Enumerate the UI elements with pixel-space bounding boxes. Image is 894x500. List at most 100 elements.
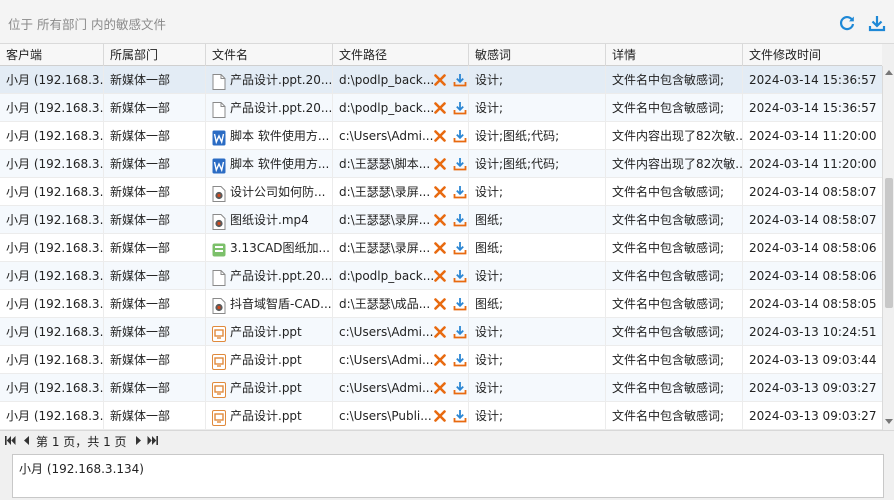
cell-detail-text: 文件名中包含敏感词; <box>612 73 725 87</box>
cell-filename: 产品设计.ppt.20... <box>206 94 333 122</box>
download-file-button[interactable] <box>452 268 467 283</box>
table-row[interactable]: 小月 (192.168.3... 新媒体一部 设计公司如何防... d:\王瑟瑟\录屏… <box>0 178 882 206</box>
download-file-button[interactable] <box>452 128 467 143</box>
close-icon <box>433 213 446 226</box>
refresh-button[interactable] <box>836 12 858 34</box>
column-header-modified-time[interactable]: 文件修改时间 <box>743 44 882 66</box>
cell-filename: 产品设计.ppt.20... <box>206 262 333 290</box>
delete-file-button[interactable] <box>432 212 447 227</box>
delete-file-button[interactable] <box>432 72 447 87</box>
table-row[interactable]: 小月 (192.168.3... 新媒体一部 产品设计.ppt.20... d:\po… <box>0 66 882 94</box>
cell-keywords: 设计;图纸;代码; <box>469 150 606 178</box>
column-header-filename[interactable]: 文件名 <box>206 44 333 66</box>
cell-keywords: 图纸; <box>469 234 606 262</box>
word-file-icon <box>212 156 226 174</box>
column-header-detail[interactable]: 详情 <box>606 44 743 66</box>
download-file-button[interactable] <box>452 352 467 367</box>
download-icon <box>453 157 466 170</box>
delete-file-button[interactable] <box>432 184 447 199</box>
table-row[interactable]: 小月 (192.168.3... 新媒体一部 图纸设计.mp4 d:\王瑟瑟\录屏..… <box>0 206 882 234</box>
column-header-department[interactable]: 所属部门 <box>104 44 206 66</box>
cell-path-text: c:\Users\Admi... <box>339 381 434 395</box>
close-icon <box>433 101 446 114</box>
download-button[interactable] <box>866 12 888 34</box>
cell-department-text: 新媒体一部 <box>110 129 171 143</box>
cell-client: 小月 (192.168.3... <box>0 374 104 402</box>
download-file-button[interactable] <box>452 212 467 227</box>
cell-client: 小月 (192.168.3... <box>0 206 104 234</box>
scroll-up-arrow[interactable] <box>883 66 894 78</box>
cell-filename-text: 脚本 软件使用方... <box>230 129 330 143</box>
last-page-button[interactable] <box>146 434 158 446</box>
next-page-button[interactable] <box>132 434 144 446</box>
table-row[interactable]: 小月 (192.168.3... 新媒体一部 脚本 软件使用方... d:\王瑟瑟\脚… <box>0 150 882 178</box>
cell-modified-time-text: 2024-03-14 11:20:00 <box>749 157 877 171</box>
cell-client: 小月 (192.168.3... <box>0 234 104 262</box>
scroll-down-arrow[interactable] <box>883 416 894 428</box>
delete-file-button[interactable] <box>432 380 447 395</box>
detail-text: 小月 (192.168.3.134) <box>19 462 144 476</box>
chevron-down-icon <box>885 419 893 424</box>
delete-file-button[interactable] <box>432 352 447 367</box>
vertical-scrollbar[interactable] <box>882 66 894 430</box>
cell-keywords-text: 设计; <box>475 185 504 199</box>
previous-page-button[interactable] <box>20 434 32 446</box>
table-row[interactable]: 小月 (192.168.3... 新媒体一部 抖音域智盾-CAD... d:\王瑟瑟\… <box>0 290 882 318</box>
cell-department: 新媒体一部 <box>104 178 206 206</box>
video-file-icon <box>212 184 226 202</box>
cell-detail: 文件名中包含敏感词; <box>606 178 743 206</box>
cell-client-text: 小月 (192.168.3... <box>6 129 104 143</box>
table-row[interactable]: 小月 (192.168.3... 新媒体一部 产品设计.ppt c:\Users\Ad… <box>0 374 882 402</box>
download-file-button[interactable] <box>452 408 467 423</box>
cell-department-text: 新媒体一部 <box>110 409 171 423</box>
video-file-icon <box>212 212 226 230</box>
cell-filename: 产品设计.ppt <box>206 374 333 402</box>
column-header-keywords[interactable]: 敏感词 <box>469 44 606 66</box>
cell-department: 新媒体一部 <box>104 122 206 150</box>
cell-detail-text: 文件名中包含敏感词; <box>612 101 725 115</box>
table-row[interactable]: 小月 (192.168.3... 新媒体一部 3.13CAD图纸加... d:\王瑟瑟… <box>0 234 882 262</box>
cell-path: c:\Users\Admi... <box>333 318 469 346</box>
download-file-button[interactable] <box>452 100 467 115</box>
download-file-button[interactable] <box>452 72 467 87</box>
cell-modified-time: 2024-03-13 09:03:27 <box>743 374 882 402</box>
cell-filename: 脚本 软件使用方... <box>206 122 333 150</box>
table-row[interactable]: 小月 (192.168.3... 新媒体一部 脚本 软件使用方... c:\Users… <box>0 122 882 150</box>
cell-modified-time: 2024-03-14 11:20:00 <box>743 150 882 178</box>
cell-client-text: 小月 (192.168.3... <box>6 157 104 171</box>
delete-file-button[interactable] <box>432 156 447 171</box>
delete-file-button[interactable] <box>432 100 447 115</box>
delete-file-button[interactable] <box>432 408 447 423</box>
first-page-button[interactable] <box>4 434 16 446</box>
delete-file-button[interactable] <box>432 240 447 255</box>
cell-filename-text: 产品设计.ppt <box>230 409 302 423</box>
cell-filename-text: 产品设计.ppt <box>230 381 302 395</box>
delete-file-button[interactable] <box>432 128 447 143</box>
cell-client-text: 小月 (192.168.3... <box>6 269 104 283</box>
download-file-button[interactable] <box>452 240 467 255</box>
cell-keywords-text: 图纸; <box>475 241 504 255</box>
table-header: 客户端 所属部门 文件名 文件路径 敏感词 详情 文件修改时间 <box>0 44 882 66</box>
column-header-path[interactable]: 文件路径 <box>333 44 469 66</box>
download-file-button[interactable] <box>452 380 467 395</box>
cell-modified-time-text: 2024-03-14 08:58:06 <box>749 269 877 283</box>
table-row[interactable]: 小月 (192.168.3... 新媒体一部 产品设计.ppt.20... d:\po… <box>0 262 882 290</box>
download-file-button[interactable] <box>452 324 467 339</box>
table-row[interactable]: 小月 (192.168.3... 新媒体一部 产品设计.ppt c:\Users\Ad… <box>0 318 882 346</box>
table-row[interactable]: 小月 (192.168.3... 新媒体一部 产品设计.ppt c:\Users\Pu… <box>0 402 882 430</box>
cell-filename-text: 3.13CAD图纸加... <box>230 241 330 255</box>
download-file-button[interactable] <box>452 296 467 311</box>
download-file-button[interactable] <box>452 184 467 199</box>
column-header-client[interactable]: 客户端 <box>0 44 104 66</box>
cell-department: 新媒体一部 <box>104 374 206 402</box>
cell-department: 新媒体一部 <box>104 206 206 234</box>
download-file-button[interactable] <box>452 156 467 171</box>
scrollbar-thumb[interactable] <box>885 178 893 308</box>
cell-detail: 文件内容出现了82次敏... <box>606 122 743 150</box>
table-row[interactable]: 小月 (192.168.3... 新媒体一部 产品设计.ppt.20... d:\po… <box>0 94 882 122</box>
delete-file-button[interactable] <box>432 268 447 283</box>
cell-detail-text: 文件名中包含敏感词; <box>612 241 725 255</box>
delete-file-button[interactable] <box>432 296 447 311</box>
delete-file-button[interactable] <box>432 324 447 339</box>
table-row[interactable]: 小月 (192.168.3... 新媒体一部 产品设计.ppt c:\Users\Ad… <box>0 346 882 374</box>
